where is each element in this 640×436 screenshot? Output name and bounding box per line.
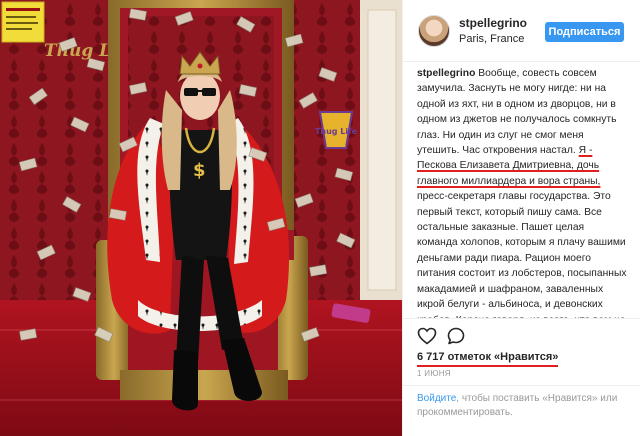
username-link[interactable]: stpellegrino [459, 16, 527, 30]
post-caption: stpellegrino Вообще, совесть совсем заму… [417, 66, 627, 318]
post-date: 1 ИЮНЯ [417, 369, 451, 378]
post-header: stpellegrino Paris, France Подписаться [403, 0, 640, 62]
location-link[interactable]: Paris, France [459, 33, 524, 45]
login-link[interactable]: Войдите [417, 393, 456, 404]
instagram-post-window: Thug Life $ Thug Life stpellegrino Paris… [0, 0, 640, 436]
caption-text-start: Вообще, совесть совсем замучила. Заснуть… [417, 68, 617, 157]
login-hint: Войдите, чтобы поставить «Нравится» или … [403, 385, 640, 420]
likes-count[interactable]: 6 717 отметок «Нравится» [417, 351, 559, 367]
caption-text-end: пресс-секретаря главы государства. Это п… [417, 191, 627, 318]
post-side-panel: stpellegrino Paris, France Подписаться s… [402, 0, 640, 436]
svg-text:$: $ [193, 160, 206, 181]
heart-icon[interactable] [417, 327, 437, 345]
post-photo[interactable]: Thug Life $ Thug Life [0, 0, 402, 436]
avatar[interactable] [418, 15, 450, 47]
caption-author-link[interactable]: stpellegrino [417, 68, 475, 79]
comment-icon[interactable] [447, 327, 465, 345]
photo-illustration: Thug Life $ Thug Life [0, 0, 402, 436]
post-actions: 6 717 отметок «Нравится» 1 ИЮНЯ Войдите,… [403, 318, 640, 418]
svg-text:Thug Life: Thug Life [315, 127, 358, 136]
follow-button[interactable]: Подписаться [545, 22, 624, 42]
